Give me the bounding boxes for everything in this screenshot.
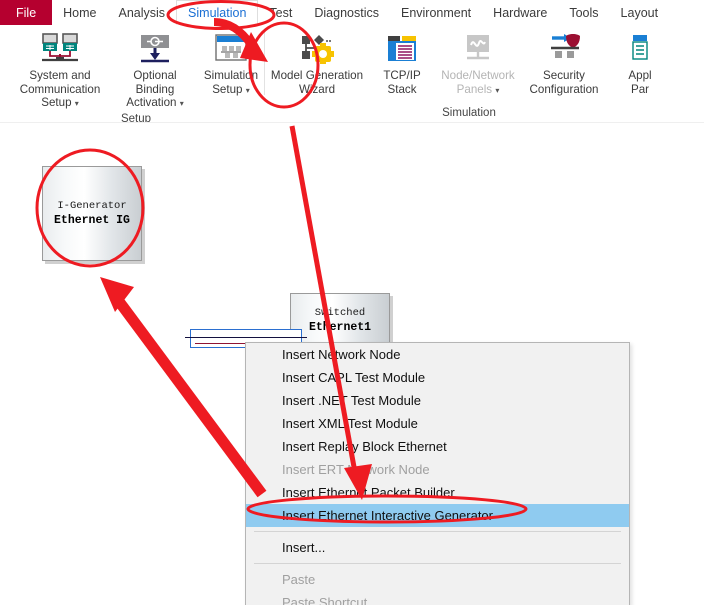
node-type-label: I-Generator	[57, 200, 127, 212]
security-configuration-label: Security Configuration	[529, 69, 599, 96]
simulation-window-icon	[214, 30, 248, 66]
menu-item-insert-network-node[interactable]: Insert Network Node	[246, 343, 629, 366]
chevron-down-icon[interactable]: ▾	[495, 86, 499, 95]
tab-hardware[interactable]: Hardware	[482, 0, 558, 25]
menu-separator	[254, 531, 621, 532]
shield-arrow-icon	[546, 30, 582, 66]
tab-tools[interactable]: Tools	[558, 0, 609, 25]
system-and-communication-setup-button[interactable]: System and Communication Setup ▾	[8, 28, 112, 111]
tab-home[interactable]: Home	[52, 0, 107, 25]
network-nodes-bus-icon	[40, 30, 80, 66]
model-generation-wizard-label: Model Generation Wizard	[270, 69, 364, 96]
menu-item-paste-shortcut: Paste Shortcut	[282, 595, 368, 605]
menu-item-insert[interactable]: Insert...	[246, 536, 629, 559]
menu-item-insert-ert-network-node: Insert ERT Network Node	[282, 462, 430, 477]
chevron-down-icon[interactable]: ▾	[75, 99, 79, 108]
binding-download-icon	[137, 30, 173, 66]
node-name-label: Ethernet IG	[54, 214, 130, 227]
gear-nodes-icon	[299, 30, 335, 66]
chevron-down-icon[interactable]: ▾	[246, 86, 250, 95]
node-network-panels-label: Node/Network Panels ▾	[441, 69, 515, 96]
ribbon-group-label-simulation: Simulation	[442, 107, 496, 119]
menu-item-paste: Paste	[282, 572, 316, 587]
tab-test[interactable]: Test	[258, 0, 303, 25]
simulation-setup-label: Simulation Setup ▾	[203, 69, 259, 96]
app-window: File Home Analysis Simulation Test Diagnostic…	[0, 0, 704, 605]
ribbon-group-setup: System and Communication Setup ▾ Optiona…	[8, 25, 264, 122]
menu-item-insert-replay-block-ethernet[interactable]: Insert Replay Block Ethernet	[246, 435, 629, 458]
chevron-down-icon[interactable]: ▾	[180, 99, 184, 108]
node-type-label: Switched	[314, 307, 366, 319]
ribbon: System and Communication Setup ▾ Optiona…	[0, 25, 704, 123]
simulation-setup-button[interactable]: Simulation Setup ▾	[198, 28, 264, 97]
switched-ethernet-node[interactable]: Switched Ethernet1	[290, 293, 390, 348]
node-name-label: Ethernet1	[308, 321, 372, 334]
app-panel-icon	[629, 30, 651, 66]
optional-binding-activation-button[interactable]: Optional Binding Activation ▾	[112, 28, 198, 111]
simulation-setup-canvas[interactable]: Switched Ethernet1 I-Generator Ethernet IG …	[0, 122, 704, 605]
menu-item-insert-ethernet-interactive-generator[interactable]: Insert Ethernet Interactive Generator	[246, 504, 629, 527]
tab-analysis[interactable]: Analysis	[108, 0, 177, 25]
insert-context-menu[interactable]: Insert Network Node Insert CAPL Test Modu…	[245, 342, 630, 605]
menu-item-insert-ethernet-packet-builder[interactable]: Insert Ethernet Packet Builder	[246, 481, 629, 504]
tab-simulation[interactable]: Simulation	[176, 0, 259, 25]
system-and-communication-setup-label: System and Communication Setup ▾	[19, 69, 101, 109]
ethernet-ig-node[interactable]: I-Generator Ethernet IG	[42, 166, 142, 261]
security-configuration-button[interactable]: Security Configuration	[521, 28, 607, 96]
application-panels-label: Appl Par	[628, 69, 652, 96]
tcp-ip-stack-button[interactable]: TCP/IP Stack	[369, 28, 435, 96]
optional-binding-activation-label: Optional Binding Activation ▾	[126, 69, 184, 109]
tab-layout[interactable]: Layout	[610, 0, 670, 25]
menu-item-insert-xml-test-module[interactable]: Insert XML Test Module	[246, 412, 629, 435]
tab-file[interactable]: File	[0, 0, 53, 25]
ribbon-tab-strip: File Home Analysis Simulation Test Diagnostic…	[0, 0, 704, 26]
bus-line-black	[185, 337, 307, 338]
tab-environment[interactable]: Environment	[390, 0, 482, 25]
model-generation-wizard-button[interactable]: Model Generation Wizard	[265, 28, 369, 96]
panel-wave-icon	[461, 30, 495, 66]
tab-diagnostics[interactable]: Diagnostics	[303, 0, 390, 25]
node-network-panels-button[interactable]: Node/Network Panels ▾	[435, 28, 521, 97]
ribbon-group-simulation: Model Generation Wizard TCP/IP Stack Nod…	[265, 25, 673, 122]
tcp-ip-stack-label: TCP/IP Stack	[383, 69, 421, 96]
menu-separator	[254, 563, 621, 564]
menu-item-insert-net-test-module[interactable]: Insert .NET Test Module	[246, 389, 629, 412]
menu-item-insert-capl-test-module[interactable]: Insert CAPL Test Module	[246, 366, 629, 389]
folder-doc-icon	[386, 30, 418, 66]
application-panels-button[interactable]: Appl Par	[607, 28, 673, 96]
